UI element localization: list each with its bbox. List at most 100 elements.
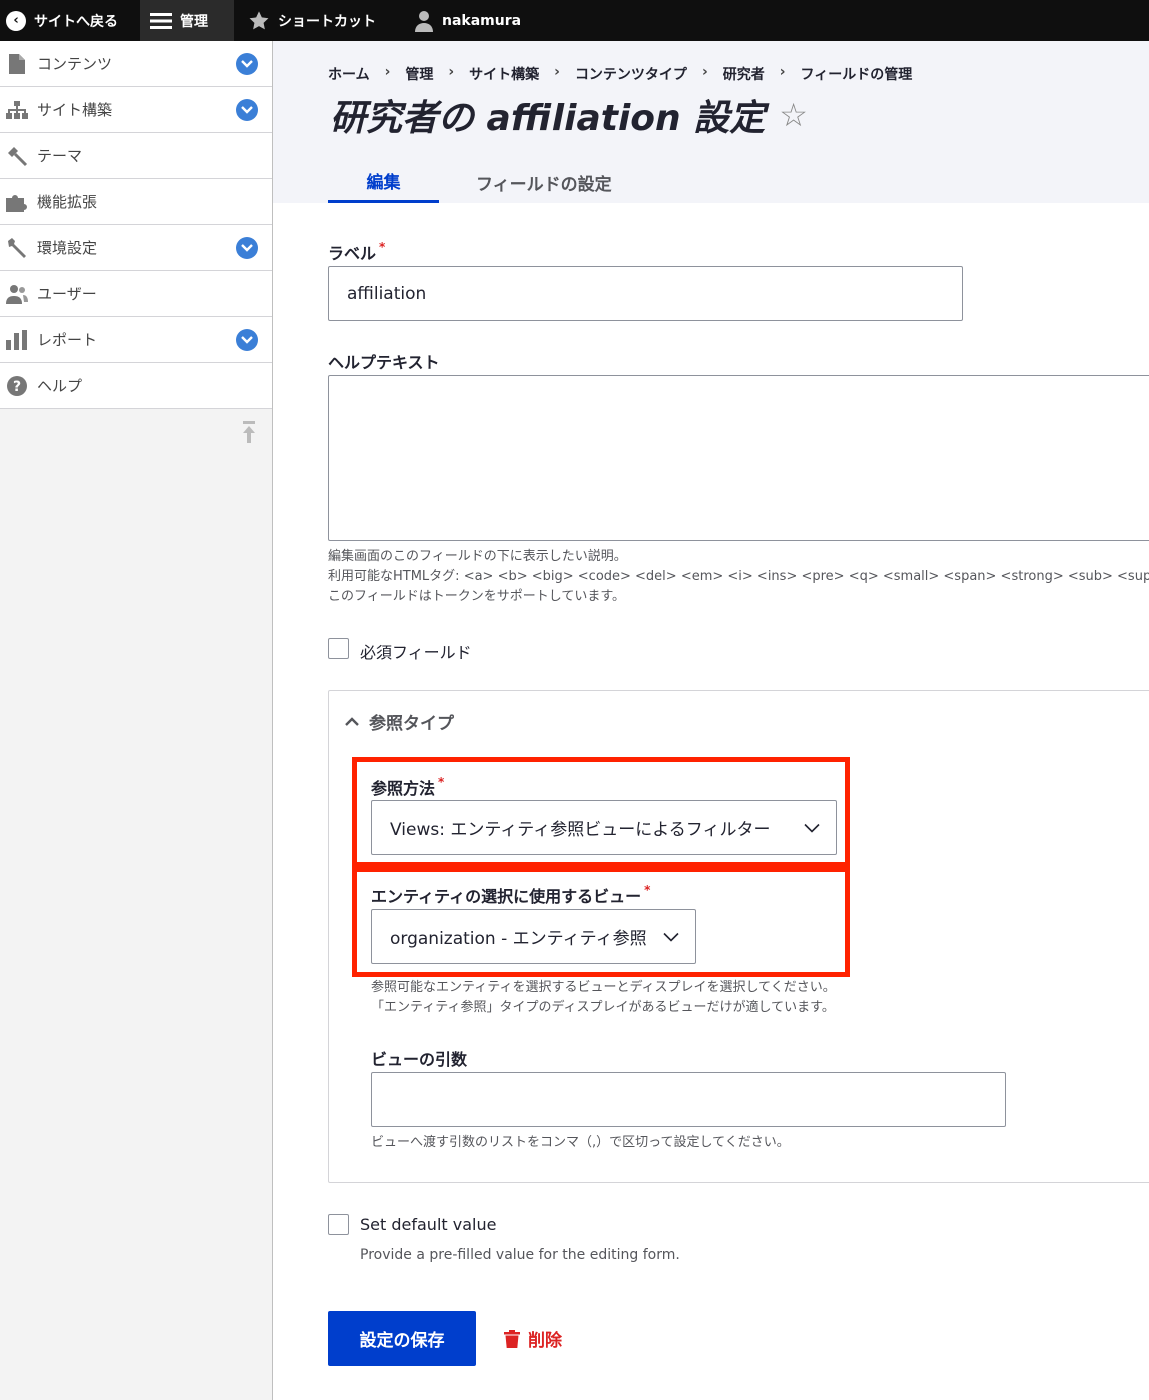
breadcrumb-link[interactable]: フィールドの管理	[801, 64, 913, 84]
help-text-desc-line: 編集画面のこのフィールドの下に表示したい説明。	[328, 549, 627, 564]
breadcrumb-separator: ›	[554, 64, 560, 80]
pin-sidebar-icon[interactable]	[240, 421, 258, 445]
view-desc-line: 参照可能なエンティティを選択するビューとディスプレイを選択してください。	[371, 980, 836, 995]
breadcrumb-separator: ›	[701, 64, 708, 80]
help-text-label: ヘルプテキスト	[328, 353, 440, 372]
save-settings-button[interactable]: 設定の保存	[328, 1311, 476, 1366]
reference-type-summary-label: 参照タイプ	[369, 714, 454, 734]
admin-toolbar: ‹ サイトへ戻る 管理 ショートカット nakamura	[0, 0, 1149, 41]
user-icon	[415, 10, 433, 32]
sidebar-item-extend[interactable]: 機能拡張	[0, 179, 272, 225]
help-text-desc-line: このフィールドはトークンをサポートしています。	[328, 589, 626, 604]
user-tab[interactable]: nakamura	[400, 0, 533, 41]
reference-type-summary[interactable]: 参照タイプ	[345, 709, 454, 734]
view-select[interactable]: organization - エンティティ参照	[371, 909, 696, 964]
breadcrumb-link[interactable]: ホーム	[328, 64, 370, 84]
chevron-down-icon[interactable]	[236, 53, 258, 75]
puzzle-icon	[6, 191, 28, 213]
sidebar-item-label: レポート	[37, 331, 98, 349]
shortcut-star-icon[interactable]: ☆	[779, 96, 808, 134]
shortcuts-label: ショートカット	[278, 13, 376, 30]
required-checkbox[interactable]	[328, 638, 349, 659]
main-content: ホーム › 管理 › サイト構築 › コンテンツタイプ › 研究者 › フィール…	[273, 41, 1149, 1400]
breadcrumb-link[interactable]: サイト構築	[469, 64, 539, 84]
chevron-down-icon	[804, 823, 820, 832]
default-value-description: Provide a pre-filled value for the editi…	[360, 1247, 680, 1263]
chevron-up-icon	[345, 717, 359, 726]
chevron-left-icon: ‹	[6, 10, 26, 31]
tab-edit[interactable]: 編集	[328, 161, 439, 203]
sidebar-item-structure[interactable]: サイト構築	[0, 87, 272, 133]
chevron-down-icon	[663, 932, 679, 941]
view-args-label: ビューの引数	[371, 1050, 468, 1069]
breadcrumb-link[interactable]: コンテンツタイプ	[575, 64, 687, 84]
svg-text:?: ?	[13, 379, 21, 395]
view-args-description: ビューへ渡す引数のリストをコンマ（,）で区切って設定してください。	[371, 1135, 790, 1150]
view-select-value: organization - エンティティ参照	[390, 929, 647, 949]
back-to-site-label: サイトへ戻る	[34, 13, 118, 30]
sidebar-item-reports[interactable]: レポート	[0, 317, 272, 363]
breadcrumb-link[interactable]: 研究者	[723, 64, 765, 84]
delete-label: 削除	[528, 1331, 562, 1351]
sidebar-item-appearance[interactable]: テーマ	[0, 133, 272, 179]
shortcuts-tab[interactable]: ショートカット	[234, 0, 400, 41]
manage-tab[interactable]: 管理	[140, 0, 234, 41]
tabs: 編集 フィールドの設定	[328, 161, 649, 203]
default-value-checkbox[interactable]	[328, 1214, 349, 1235]
required-mark: *	[438, 775, 445, 789]
help-text-description: 編集画面のこのフィールドの下に表示したい説明。 利用可能なHTMLタグ: <a>…	[328, 547, 1149, 607]
view-select-label: エンティティの選択に使用するビュー *	[371, 883, 650, 907]
view-select-label-text: エンティティの選択に使用するビュー	[371, 887, 642, 906]
chevron-down-icon[interactable]	[236, 237, 258, 259]
sidebar-item-label: コンテンツ	[37, 55, 113, 73]
required-mark: *	[379, 240, 386, 254]
page-header: ホーム › 管理 › サイト構築 › コンテンツタイプ › 研究者 › フィール…	[273, 41, 1149, 203]
star-icon	[249, 10, 269, 29]
breadcrumb-separator: ›	[448, 64, 455, 80]
label-field-label: ラベル *	[328, 240, 385, 264]
help-text-textarea[interactable]	[328, 375, 1149, 541]
breadcrumb-separator: ›	[779, 64, 786, 80]
default-value-label[interactable]: Set default value	[360, 1215, 496, 1234]
manage-label: 管理	[180, 13, 208, 30]
hamburger-icon	[150, 12, 172, 29]
reference-method-value: Views: エンティティ参照ビューによるフィルター	[390, 820, 771, 840]
breadcrumb: ホーム › 管理 › サイト構築 › コンテンツタイプ › 研究者 › フィール…	[328, 64, 912, 84]
bar-chart-icon	[6, 329, 28, 351]
sidebar-item-label: テーマ	[37, 147, 83, 165]
help-icon: ?	[6, 375, 28, 397]
sidebar-item-content[interactable]: コンテンツ	[0, 41, 272, 87]
file-icon	[6, 53, 28, 75]
page-title-row: 研究者の affiliation 設定 ☆	[330, 89, 808, 141]
sidebar-item-label: サイト構築	[37, 101, 113, 119]
view-select-description: 参照可能なエンティティを選択するビューとディスプレイを選択してください。 「エン…	[371, 978, 836, 1018]
reference-method-select[interactable]: Views: エンティティ参照ビューによるフィルター	[371, 800, 837, 855]
sidebar-item-config[interactable]: 環境設定	[0, 225, 272, 271]
chevron-down-icon[interactable]	[236, 99, 258, 121]
help-text-desc-line: 利用可能なHTMLタグ: <a> <b> <big> <code> <del> …	[328, 569, 1149, 584]
sidebar-item-label: 機能拡張	[37, 193, 98, 211]
reference-method-label: 参照方法 *	[371, 775, 444, 799]
view-desc-line: 「エンティティ参照」タイプのディスプレイがあるビューだけが適しています。	[371, 1000, 835, 1015]
reference-method-label-text: 参照方法	[371, 779, 436, 798]
wrench-icon	[6, 237, 28, 259]
label-field-label-text: ラベル	[328, 244, 377, 263]
sidebar-item-people[interactable]: ユーザー	[0, 271, 272, 317]
sidebar-item-label: 環境設定	[37, 239, 98, 257]
breadcrumb-separator: ›	[384, 64, 391, 80]
sitemap-icon	[6, 99, 28, 121]
breadcrumb-link[interactable]: 管理	[405, 64, 433, 84]
paint-icon	[6, 145, 28, 167]
sidebar-item-help[interactable]: ? ヘルプ	[0, 363, 272, 409]
tab-field-settings[interactable]: フィールドの設定	[439, 161, 649, 203]
label-input[interactable]: affiliation	[328, 266, 963, 321]
back-to-site-link[interactable]: ‹ サイトへ戻る	[0, 0, 140, 41]
sidebar-item-label: ヘルプ	[37, 377, 83, 395]
required-checkbox-label[interactable]: 必須フィールド	[360, 639, 472, 663]
sidebar-item-label: ユーザー	[37, 285, 97, 303]
chevron-down-icon[interactable]	[236, 329, 258, 351]
trash-icon	[504, 1329, 520, 1348]
delete-link[interactable]: 削除	[504, 1326, 562, 1351]
label-input-value: affiliation	[347, 283, 427, 304]
view-args-input[interactable]	[371, 1072, 1006, 1127]
